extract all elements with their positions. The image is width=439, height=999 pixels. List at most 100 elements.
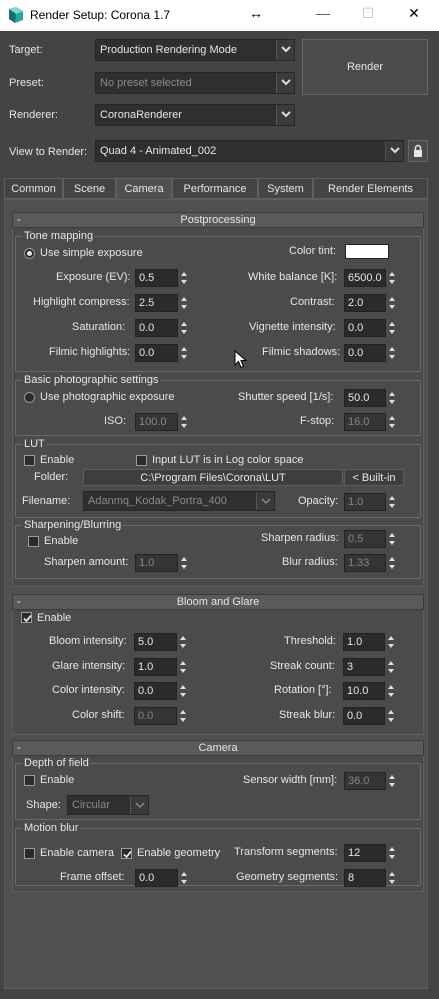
bloom-glare-rollout: Enable Bloom intensity: 5.0 Threshold: 1… xyxy=(12,610,424,735)
color-tint-swatch[interactable] xyxy=(345,244,389,259)
sharpen-amount-spinner[interactable]: 1.0 xyxy=(135,554,187,572)
lut-enable-label: Enable xyxy=(40,454,75,466)
lut-builtin-label: < Built-in xyxy=(352,472,396,484)
lut-builtin-button[interactable]: < Built-in xyxy=(344,469,404,486)
blur-radius-value: 1.33 xyxy=(348,557,370,569)
tab-camera[interactable]: Camera xyxy=(116,178,172,201)
spinner-arrows-icon xyxy=(389,847,395,859)
shape-dropdown[interactable]: Circular xyxy=(67,795,149,815)
color-intensity-label: Color intensity: xyxy=(52,684,125,696)
iso-spinner[interactable]: 100.0 xyxy=(135,413,187,431)
sensor-width-spinner[interactable]: 36.0 xyxy=(344,772,395,790)
postprocessing-rollout-header[interactable]: - Postprocessing xyxy=(12,212,424,228)
camera-rollout: Depth of field Enable Sensor width [mm]:… xyxy=(12,756,424,892)
spinner-arrows-icon xyxy=(181,272,187,284)
motion-enable-geometry-checkbox[interactable] xyxy=(121,848,132,859)
shutter-speed-spinner[interactable]: 50.0 xyxy=(344,389,395,407)
lut-log-label: Input LUT is in Log color space xyxy=(152,454,304,466)
frame-offset-spinner[interactable]: 0.0 xyxy=(135,869,187,887)
bloom-enable-checkbox[interactable] xyxy=(21,612,32,623)
saturation-spinner[interactable]: 0.0 xyxy=(135,319,187,337)
sharpen-radius-spinner[interactable]: 0.5 xyxy=(344,530,395,548)
view-to-render-value: Quad 4 - Animated_002 xyxy=(100,145,217,157)
close-button[interactable]: ✕ xyxy=(404,5,424,22)
glare-intensity-value: 1.0 xyxy=(138,661,154,673)
window-title: Render Setup: Corona 1.7 xyxy=(30,8,171,22)
bloom-glare-rollout-header[interactable]: - Bloom and Glare xyxy=(12,594,424,610)
sharpen-enable-checkbox[interactable] xyxy=(28,536,39,547)
streak-blur-spinner[interactable]: 0.0 xyxy=(343,707,394,725)
chevron-down-icon xyxy=(276,73,294,93)
color-intensity-spinner[interactable]: 0.0 xyxy=(134,682,186,700)
threshold-spinner[interactable]: 1.0 xyxy=(343,633,394,651)
resize-icon[interactable]: ↔ xyxy=(246,5,266,21)
spinner-arrows-icon xyxy=(181,322,187,334)
spinner-arrows-icon xyxy=(389,775,395,787)
geometry-segments-spinner[interactable]: 8 xyxy=(344,869,395,887)
lut-folder-path-button[interactable]: C:\Program Files\Corona\LUT xyxy=(83,469,343,486)
streak-blur-value: 0.0 xyxy=(347,710,363,722)
photographic-exposure-label: Use photographic exposure xyxy=(40,391,175,403)
geometry-segments-value: 8 xyxy=(348,872,355,884)
transform-segments-spinner[interactable]: 12 xyxy=(344,844,395,862)
bloom-intensity-spinner[interactable]: 5.0 xyxy=(134,633,186,651)
renderer-dropdown[interactable]: CoronaRenderer xyxy=(95,104,295,126)
tab-performance[interactable]: Performance xyxy=(172,178,258,199)
minimize-button[interactable]: — xyxy=(313,5,333,21)
camera-title: Camera xyxy=(198,742,238,754)
f-stop-spinner[interactable]: 16.0 xyxy=(344,413,395,431)
streak-count-spinner[interactable]: 3 xyxy=(343,658,394,676)
spinner-arrows-icon xyxy=(389,392,395,404)
vignette-intensity-spinner[interactable]: 0.0 xyxy=(344,319,395,337)
photographic-exposure-radio[interactable] xyxy=(24,392,35,403)
lut-opacity-spinner[interactable]: 1.0 xyxy=(344,493,395,511)
simple-exposure-radio[interactable] xyxy=(24,248,35,259)
view-to-render-dropdown[interactable]: Quad 4 - Animated_002 xyxy=(95,140,404,162)
tab-system[interactable]: System xyxy=(258,178,313,199)
maximize-button[interactable]: ☐ xyxy=(358,5,378,22)
glare-intensity-label: Glare intensity: xyxy=(52,660,126,672)
renderer-value: CoronaRenderer xyxy=(100,109,182,121)
lut-filename-dropdown[interactable]: Adanmq_Kodak_Portra_400 xyxy=(83,491,275,511)
highlight-compress-spinner[interactable]: 2.5 xyxy=(135,294,187,312)
color-shift-spinner[interactable]: 0.0 xyxy=(134,707,186,725)
glare-intensity-spinner[interactable]: 1.0 xyxy=(134,658,186,676)
preset-dropdown[interactable]: No preset selected xyxy=(95,72,295,94)
tab-render-elements[interactable]: Render Elements xyxy=(313,178,428,199)
lut-enable-checkbox[interactable] xyxy=(24,455,35,466)
rotation-spinner[interactable]: 10.0 xyxy=(343,682,394,700)
filmic-highlights-value: 0.0 xyxy=(139,347,155,359)
sharpen-radius-label: Sharpen radius: xyxy=(261,532,339,544)
vignette-intensity-label: Vignette intensity: xyxy=(249,321,336,333)
filmic-highlights-spinner[interactable]: 0.0 xyxy=(135,344,187,362)
contrast-value: 2.0 xyxy=(348,297,364,309)
motion-enable-camera-checkbox[interactable] xyxy=(24,848,35,859)
render-button[interactable]: Render xyxy=(302,39,428,95)
lut-label: LUT xyxy=(22,438,47,450)
spinner-arrows-icon xyxy=(180,636,186,648)
depth-of-field-group: Depth of field Enable Sensor width [mm]:… xyxy=(15,757,421,820)
bloom-intensity-value: 5.0 xyxy=(138,636,154,648)
contrast-spinner[interactable]: 2.0 xyxy=(344,294,395,312)
tab-scene[interactable]: Scene xyxy=(63,178,116,199)
dof-enable-checkbox[interactable] xyxy=(24,775,35,786)
camera-rollout-header[interactable]: - Camera xyxy=(12,740,424,756)
bloom-glare-title: Bloom and Glare xyxy=(176,596,260,608)
right-scrollbar[interactable] xyxy=(428,31,439,999)
chevron-down-icon xyxy=(256,492,274,510)
exposure-value: 0.5 xyxy=(139,272,155,284)
lock-button[interactable] xyxy=(408,140,428,162)
vignette-intensity-value: 0.0 xyxy=(348,322,364,334)
white-balance-spinner[interactable]: 6500.0 xyxy=(344,269,395,287)
exposure-spinner[interactable]: 0.5 xyxy=(135,269,187,287)
lut-log-checkbox[interactable] xyxy=(136,455,147,466)
target-dropdown[interactable]: Production Rendering Mode xyxy=(95,39,295,61)
white-balance-label: White balance [K]: xyxy=(248,271,338,283)
spinner-arrows-icon xyxy=(389,557,395,569)
tab-common[interactable]: Common xyxy=(4,178,63,199)
lut-group: LUT Enable Input LUT is in Log color spa… xyxy=(15,438,421,518)
filmic-shadows-spinner[interactable]: 0.0 xyxy=(344,344,395,362)
blur-radius-spinner[interactable]: 1.33 xyxy=(344,554,395,572)
shutter-speed-value: 50.0 xyxy=(348,392,370,404)
photographic-settings-label: Basic photographic settings xyxy=(22,374,161,386)
